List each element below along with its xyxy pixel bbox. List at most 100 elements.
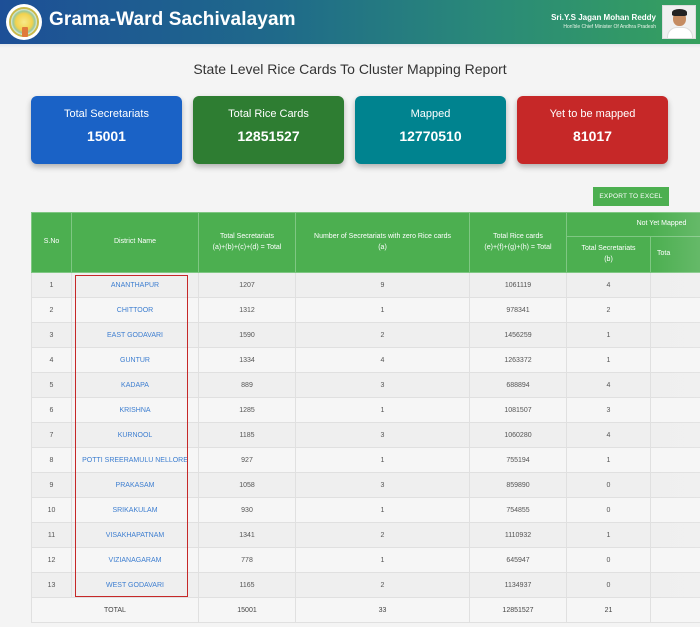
cell-zero-rice-cards: 1: [295, 497, 470, 523]
district-link[interactable]: VISAKHAPATNAM: [106, 532, 164, 539]
cell-total-rice-cards: 688894: [469, 372, 567, 398]
stat-label: Mapped: [410, 108, 451, 120]
total-total-rice-cards: 12851527: [469, 597, 567, 623]
table-row: 10 SRIKAKULAM 930 1 754855 0: [31, 497, 700, 523]
district-cell: VIZIANAGARAM: [71, 547, 199, 573]
chief-minister-photo: [662, 5, 696, 39]
district-link[interactable]: VIZIANAGARAM: [109, 557, 162, 564]
stat-label: Total Rice Cards: [228, 108, 309, 120]
cell-nym-secretariats: 1: [566, 347, 651, 373]
cell-nym-next-column: [649, 347, 700, 373]
table-row: 6 KRISHNA 1285 1 1081507 3: [31, 397, 700, 423]
cell-total-rice-cards: 755194: [469, 447, 567, 473]
header-formula: (e)+(f)+(g)+(h) = Total: [484, 243, 552, 251]
cell-total-rice-cards: 645947: [469, 547, 567, 573]
header-nym-next-column: Tota: [649, 236, 700, 273]
cell-total-rice-cards: 1060280: [469, 422, 567, 448]
cell-nym-next-column: [649, 272, 700, 298]
district-link[interactable]: KRISHNA: [119, 407, 150, 414]
cell-nym-next-column: [649, 447, 700, 473]
cell-zero-rice-cards: 4: [295, 347, 470, 373]
stat-card-total-rice-cards: Total Rice Cards 12851527: [193, 96, 344, 164]
cell-total-secretariats: 1312: [198, 297, 296, 323]
cell-zero-rice-cards: 3: [295, 422, 470, 448]
district-cell: KURNOOL: [71, 422, 199, 448]
district-cell: POTTI SREERAMULU NELLORE: [71, 447, 199, 473]
app-title: Grama-Ward Sachivalayam: [49, 9, 296, 30]
header-formula: (a): [378, 243, 387, 251]
stat-card-yet-to-be-mapped: Yet to be mapped 81017: [517, 96, 668, 164]
total-row: TOTAL 15001 33 12851527 21: [31, 597, 700, 623]
cell-total-rice-cards: 1081507: [469, 397, 567, 423]
report-table-container[interactable]: S.No District Name Total Secretariats (a…: [31, 212, 700, 627]
cell-total-secretariats: 1207: [198, 272, 296, 298]
district-link[interactable]: GUNTUR: [120, 357, 150, 364]
district-cell: ANANTHAPUR: [71, 272, 199, 298]
cell-total-rice-cards: 1456259: [469, 322, 567, 348]
cell-total-secretariats: 930: [198, 497, 296, 523]
stat-label: Total Secretariats: [64, 108, 149, 120]
header-label: Not Yet Mapped: [636, 220, 687, 228]
stat-value: 81017: [573, 128, 612, 144]
cell-nym-next-column: [649, 472, 700, 498]
cell-sno: 13: [31, 572, 72, 598]
district-link[interactable]: KADAPA: [121, 382, 149, 389]
cell-sno: 10: [31, 497, 72, 523]
table-row: 7 KURNOOL 1185 3 1060280 4: [31, 422, 700, 448]
district-link[interactable]: WEST GODAVARI: [106, 582, 164, 589]
ap-state-emblem-icon[interactable]: [6, 4, 42, 40]
cell-sno: 7: [31, 422, 72, 448]
district-link[interactable]: CHITTOOR: [117, 307, 153, 314]
total-nym-next-column: [649, 597, 700, 623]
table-row: 8 POTTI SREERAMULU NELLORE 927 1 755194 1: [31, 447, 700, 473]
cell-total-secretariats: 927: [198, 447, 296, 473]
cell-nym-next-column: [649, 422, 700, 448]
district-link[interactable]: POTTI SREERAMULU NELLORE: [82, 457, 188, 464]
cell-total-rice-cards: 1061119: [469, 272, 567, 298]
cell-total-rice-cards: 859890: [469, 472, 567, 498]
cell-total-secretariats: 778: [198, 547, 296, 573]
cell-nym-secretariats: 4: [566, 372, 651, 398]
header-label: Total Secretariats: [581, 245, 636, 253]
stat-card-total-secretariats: Total Secretariats 15001: [31, 96, 182, 164]
header-nym-total-secretariats: Total Secretariats (b): [566, 236, 651, 273]
district-cell: VISAKHAPATNAM: [71, 522, 199, 548]
cell-nym-secretariats: 4: [566, 422, 651, 448]
header-total-rice-cards: Total Rice cards (e)+(f)+(g)+(h) = Total: [469, 212, 567, 273]
cell-sno: 2: [31, 297, 72, 323]
district-link[interactable]: KURNOOL: [118, 432, 153, 439]
cell-sno: 4: [31, 347, 72, 373]
cell-nym-next-column: [649, 547, 700, 573]
district-link[interactable]: SRIKAKULAM: [112, 507, 157, 514]
header-formula: (a)+(b)+(c)+(d) = Total: [212, 243, 282, 251]
cell-nym-secretariats: 2: [566, 297, 651, 323]
cell-total-rice-cards: 1110932: [469, 522, 567, 548]
total-total-secretariats: 15001: [198, 597, 296, 623]
cell-sno: 6: [31, 397, 72, 423]
cell-zero-rice-cards: 1: [295, 397, 470, 423]
cell-sno: 1: [31, 272, 72, 298]
stat-card-mapped: Mapped 12770510: [355, 96, 506, 164]
district-link[interactable]: EAST GODAVARI: [107, 332, 163, 339]
header-label: Number of Secretariats with zero Rice ca…: [314, 233, 451, 241]
cell-zero-rice-cards: 2: [295, 572, 470, 598]
table-row: 3 EAST GODAVARI 1590 2 1456259 1: [31, 322, 700, 348]
table-row: 2 CHITTOOR 1312 1 978341 2: [31, 297, 700, 323]
total-label: TOTAL: [31, 597, 199, 623]
district-link[interactable]: ANANTHAPUR: [111, 282, 159, 289]
district-cell: CHITTOOR: [71, 297, 199, 323]
cell-nym-next-column: [649, 572, 700, 598]
district-link[interactable]: PRAKASAM: [116, 482, 155, 489]
header-district-name: District Name: [71, 212, 199, 273]
cell-nym-next-column: [649, 397, 700, 423]
page-title: State Level Rice Cards To Cluster Mappin…: [193, 61, 507, 77]
cell-sno: 11: [31, 522, 72, 548]
cell-total-secretariats: 1334: [198, 347, 296, 373]
cell-total-secretariats: 889: [198, 372, 296, 398]
cell-zero-rice-cards: 9: [295, 272, 470, 298]
export-to-excel-button[interactable]: EXPORT TO EXCEL: [593, 187, 669, 206]
header-label: Total Secretariats: [219, 233, 275, 241]
cell-nym-secretariats: 0: [566, 547, 651, 573]
total-nym-secretariats: 21: [566, 597, 651, 623]
cell-sno: 8: [31, 447, 72, 473]
